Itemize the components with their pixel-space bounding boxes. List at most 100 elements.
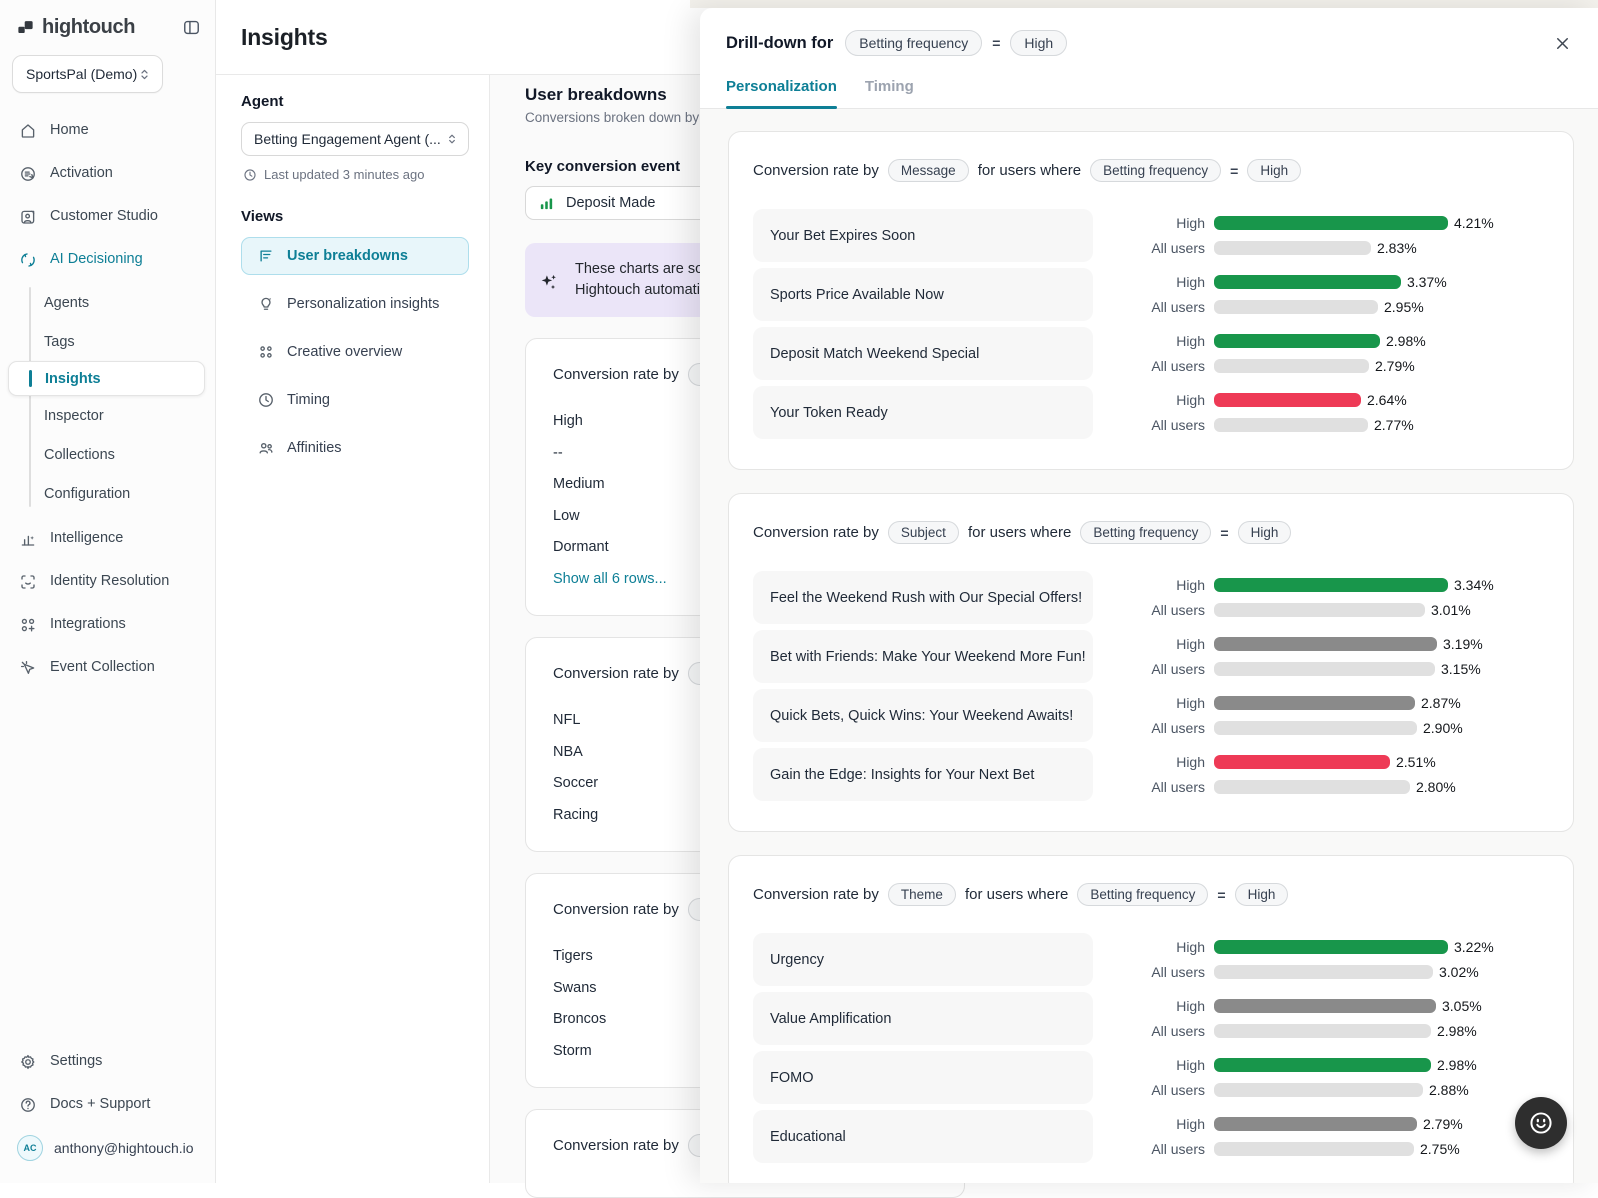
tab-timing[interactable]: Timing xyxy=(865,78,914,108)
card-header-text: for users where xyxy=(965,886,1068,903)
chat-launcher-button[interactable] xyxy=(1515,1097,1567,1149)
view-item-user-breakdowns[interactable]: User breakdowns xyxy=(241,237,469,275)
sidebar-collapse-icon[interactable] xyxy=(182,18,201,37)
nav-item-label: Integrations xyxy=(50,617,126,632)
bar xyxy=(1214,1083,1423,1097)
conversion-rate-card: Conversion rate byThemefor users whereBe… xyxy=(728,855,1574,1183)
bar-value: 3.19% xyxy=(1443,636,1483,652)
help-icon xyxy=(19,1096,37,1114)
card-header-text: Conversion rate by xyxy=(553,665,679,682)
sidebar-item-ai-decisioning[interactable]: AI Decisioning xyxy=(0,238,215,281)
sidebar-subitem-tags[interactable]: Tags xyxy=(0,322,215,361)
bar xyxy=(1214,1117,1417,1131)
workspace-name: SportsPal (Demo) xyxy=(26,66,137,82)
view-item-creative-overview[interactable]: Creative overview xyxy=(241,333,469,371)
sidebar-bottom: Settings Docs + Support AC anthony@highto… xyxy=(0,1040,215,1169)
sidebar-subitem-configuration[interactable]: Configuration xyxy=(0,474,215,513)
filter-value-chip: High xyxy=(1010,30,1067,56)
sidebar-item-home[interactable]: Home xyxy=(0,109,215,152)
bar-group: High2.98%All users2.88% xyxy=(1093,1051,1477,1104)
bar-line: High2.98% xyxy=(1093,334,1426,349)
drilldown-title: Drill-down for xyxy=(726,34,833,53)
agent-selector[interactable]: Betting Engagement Agent (... xyxy=(241,122,469,156)
user-account[interactable]: AC anthony@hightouch.io xyxy=(0,1126,215,1169)
bar-value: 2.98% xyxy=(1386,333,1426,349)
workspace-selector[interactable]: SportsPal (Demo) xyxy=(12,55,163,93)
bar-line: High 2.64% xyxy=(1093,393,1414,408)
filter-value-chip: High xyxy=(1235,883,1289,906)
bar-line: All users2.79% xyxy=(1093,359,1426,374)
bar-line: All users2.88% xyxy=(1093,1083,1477,1098)
bar-series-label: High xyxy=(1093,274,1214,290)
filter-chip: Betting frequency xyxy=(1080,521,1211,544)
bar-line: High2.79% xyxy=(1093,1117,1463,1132)
bar-line: High3.37% xyxy=(1093,275,1447,290)
subnav-item-label: Tags xyxy=(44,334,75,350)
sidebar-item-integrations[interactable]: Integrations xyxy=(0,603,215,646)
bar-line: All users2.77% xyxy=(1093,418,1414,433)
filter-chip: Betting frequency xyxy=(845,30,982,56)
bar-line: All users2.90% xyxy=(1093,721,1463,736)
selector-chevrons-icon xyxy=(137,67,152,82)
bar-value: 4.21% xyxy=(1454,215,1494,231)
selector-chevrons-icon xyxy=(445,132,459,146)
nav-item-label: Settings xyxy=(50,1054,102,1069)
sidebar-subitem-insights[interactable]: Insights xyxy=(8,361,205,396)
bar xyxy=(1214,216,1448,230)
nav-item-label: Docs + Support xyxy=(50,1097,150,1112)
tab-personalization[interactable]: Personalization xyxy=(726,78,837,108)
bar-value: 2.64% xyxy=(1367,392,1407,408)
sidebar-item-customer-studio[interactable]: Customer Studio xyxy=(0,195,215,238)
close-icon[interactable] xyxy=(1553,34,1572,53)
bar-value: 2.98% xyxy=(1437,1057,1477,1073)
dimension-chip: Theme xyxy=(888,883,956,906)
sidebar-subitem-collections[interactable]: Collections xyxy=(0,435,215,474)
people-icon xyxy=(257,439,275,457)
bar-line: High4.21% xyxy=(1093,216,1494,231)
card-header-text: Conversion rate by xyxy=(553,366,679,383)
sidebar-item-settings[interactable]: Settings xyxy=(0,1040,215,1083)
row-label: Your Token Ready xyxy=(753,386,1093,439)
sidebar-item-event-collection[interactable]: Event Collection xyxy=(0,646,215,689)
bar-value: 2.75% xyxy=(1420,1141,1460,1157)
sidebar-subnav: Agents Tags InsightsInspectorCollections Co… xyxy=(0,283,215,513)
card-header-text: Conversion rate by xyxy=(553,1137,679,1154)
view-item-affinities[interactable]: Affinities xyxy=(241,429,469,467)
row-label: Feel the Weekend Rush with Our Special O… xyxy=(753,571,1093,624)
bar-value: 2.98% xyxy=(1437,1023,1477,1039)
bar xyxy=(1214,359,1369,373)
bar-series-label: High xyxy=(1093,636,1214,652)
equals-sign: = xyxy=(1230,163,1238,179)
bar-line: High2.51% xyxy=(1093,755,1456,770)
view-item-label: Creative overview xyxy=(287,344,402,360)
bar-line: All users3.15% xyxy=(1093,662,1483,677)
sidebar-item-docs-support[interactable]: Docs + Support xyxy=(0,1083,215,1126)
sidebar-item-activation[interactable]: Activation xyxy=(0,152,215,195)
bar-group: High2.79%All users2.75% xyxy=(1093,1110,1463,1163)
card-header-text: Conversion rate by xyxy=(553,901,679,918)
subnav-item-label: Configuration xyxy=(44,486,130,502)
card-header-text: Conversion rate by xyxy=(753,886,879,903)
view-item-label: Personalization insights xyxy=(287,296,439,312)
sidebar-subitem-agents[interactable]: Agents xyxy=(0,283,215,322)
bar-series-label: High xyxy=(1093,939,1214,955)
table-row: Gain the Edge: Insights for Your Next Be… xyxy=(753,748,1549,801)
view-item-label: Timing xyxy=(287,392,330,408)
bar-series-label: High xyxy=(1093,392,1214,408)
sidebar-item-identity-resolution[interactable]: Identity Resolution xyxy=(0,560,215,603)
bar xyxy=(1214,603,1425,617)
hightouch-logo[interactable]: hightouch xyxy=(16,16,135,39)
bar-line: All users2.95% xyxy=(1093,300,1447,315)
view-item-timing[interactable]: Timing xyxy=(241,381,469,419)
view-item-personalization-insights[interactable]: Personalization insights xyxy=(241,285,469,323)
sidebar-item-intelligence[interactable]: Intelligence xyxy=(0,517,215,560)
sidebar-subitem-inspector[interactable]: Inspector xyxy=(0,396,215,435)
table-row: Value AmplificationHigh3.05%All users2.9… xyxy=(753,992,1549,1045)
funnel-icon xyxy=(257,247,275,265)
bar xyxy=(1214,780,1410,794)
home-icon xyxy=(19,122,37,140)
bar-value: 3.02% xyxy=(1439,964,1479,980)
bar-value: 2.90% xyxy=(1423,720,1463,736)
bar-value: 3.34% xyxy=(1454,577,1494,593)
table-row: Your Token ReadyHigh 2.64% All users2.77% xyxy=(753,386,1549,439)
